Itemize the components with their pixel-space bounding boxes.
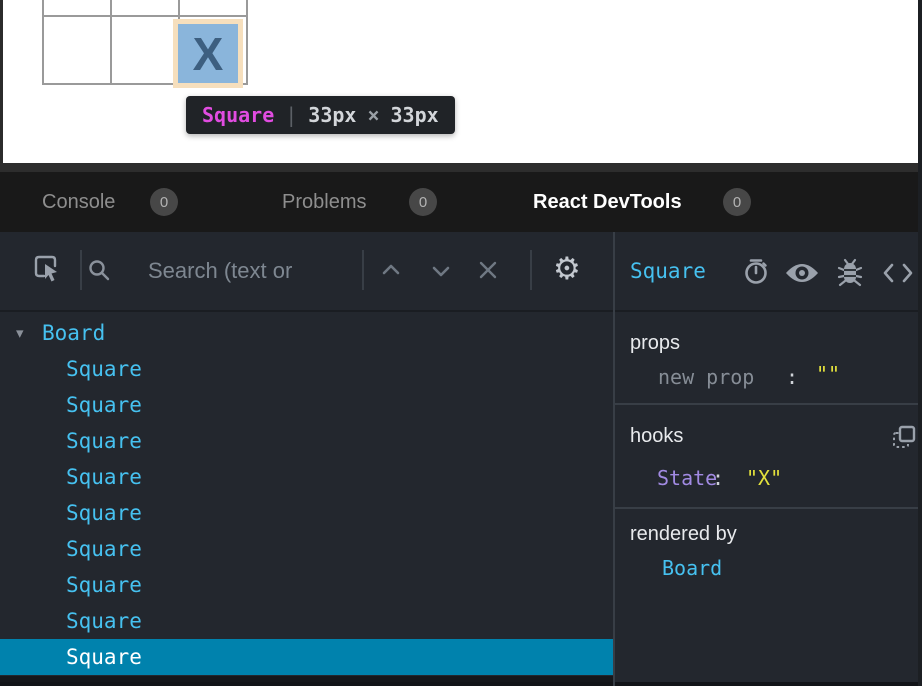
- toolbar-divider: [80, 250, 82, 290]
- rendered-by-section-header: rendered by: [630, 522, 737, 546]
- tooltip-times-sign: ×: [367, 103, 379, 127]
- tree-item-label[interactable]: Square: [66, 567, 142, 603]
- tree-row-board[interactable]: ▾ Board: [0, 315, 613, 351]
- highlighted-square-cell[interactable]: X: [178, 24, 238, 83]
- tree-row-square[interactable]: Square: [0, 495, 613, 531]
- board-cell[interactable]: [111, 0, 179, 16]
- tooltip-component-name: Square: [202, 103, 274, 127]
- tree-item-label[interactable]: Square: [66, 351, 142, 387]
- tree-item-label[interactable]: Square: [66, 423, 142, 459]
- tooltip-separator: |: [285, 103, 297, 127]
- tree-row-square[interactable]: Square: [0, 567, 613, 603]
- tree-row-square[interactable]: Square: [0, 531, 613, 567]
- prop-colon: :: [786, 365, 798, 389]
- component-tree: ▾ Board Square Square Square Square Squa…: [0, 312, 613, 676]
- previous-match-icon[interactable]: [380, 262, 402, 278]
- inspect-highlight-overlay: X: [173, 19, 243, 88]
- inspect-element-icon[interactable]: [33, 254, 61, 284]
- tree-item-label[interactable]: Square: [66, 639, 142, 675]
- tooltip-width-value: 33px: [308, 103, 356, 127]
- tab-react-devtools[interactable]: React DevTools: [533, 172, 682, 232]
- tree-item-label[interactable]: Square: [66, 459, 142, 495]
- bottom-border: [0, 682, 922, 686]
- hook-state-label[interactable]: State: [657, 466, 717, 490]
- devtools-top-border: [0, 163, 922, 172]
- rendered-by-board-link[interactable]: Board: [662, 556, 722, 580]
- tab-problems[interactable]: Problems: [282, 172, 366, 232]
- tree-row-square[interactable]: Square: [0, 459, 613, 495]
- inspect-tooltip: Square | 33px × 33px: [186, 96, 455, 134]
- hook-colon: :: [712, 466, 724, 490]
- window-right-edge: [918, 0, 922, 686]
- inspect-dom-eye-icon[interactable]: [784, 261, 820, 285]
- suspend-stopwatch-icon[interactable]: [741, 257, 771, 287]
- props-section-header: props: [630, 331, 680, 355]
- window-left-edge: [0, 0, 3, 163]
- tree-item-label[interactable]: Square: [66, 603, 142, 639]
- tree-row-square[interactable]: Square: [0, 387, 613, 423]
- view-source-code-icon[interactable]: [881, 261, 915, 285]
- tab-console-badge: 0: [150, 188, 178, 216]
- hooks-section-header: hooks: [630, 424, 683, 448]
- hook-state-value[interactable]: "X": [746, 466, 782, 490]
- board-cell[interactable]: [43, 0, 111, 16]
- debug-bug-icon[interactable]: [836, 256, 864, 288]
- toolbar-divider: [362, 250, 364, 290]
- board-cell[interactable]: [43, 16, 111, 84]
- section-divider: [615, 403, 922, 405]
- tab-console[interactable]: Console: [42, 172, 115, 232]
- search-icon: [87, 258, 111, 282]
- tree-row-square-selected[interactable]: Square: [0, 639, 613, 675]
- tree-row-square[interactable]: Square: [0, 603, 613, 639]
- search-input[interactable]: [146, 252, 355, 290]
- new-prop-value-input[interactable]: "": [816, 362, 840, 386]
- expand-triangle-icon[interactable]: ▾: [16, 315, 24, 351]
- browser-page: X Square | 33px × 33px: [0, 0, 922, 163]
- tree-item-label[interactable]: Square: [66, 495, 142, 531]
- settings-gear-icon[interactable]: ⚙: [553, 250, 581, 288]
- board-cell[interactable]: [179, 0, 247, 16]
- new-prop-input[interactable]: new prop: [658, 365, 754, 389]
- component-inspector: props new prop : "" hooks State : "X" re…: [615, 312, 922, 686]
- next-match-icon[interactable]: [430, 263, 452, 279]
- tab-react-devtools-badge: 0: [723, 188, 751, 216]
- tab-problems-badge: 0: [409, 188, 437, 216]
- toolbar-divider: [530, 250, 532, 290]
- tree-row-square[interactable]: Square: [0, 423, 613, 459]
- section-divider: [615, 507, 922, 509]
- panel-divider[interactable]: [613, 232, 615, 686]
- tree-row-square[interactable]: Square: [0, 351, 613, 387]
- tree-item-label[interactable]: Square: [66, 387, 142, 423]
- clear-search-icon[interactable]: [477, 259, 499, 281]
- tree-item-label[interactable]: Board: [42, 315, 105, 351]
- board-cell[interactable]: [111, 16, 179, 84]
- tree-item-label[interactable]: Square: [66, 531, 142, 567]
- parse-hook-names-icon[interactable]: [891, 424, 917, 450]
- selected-component-title: Square: [630, 259, 706, 283]
- devtools-tabbar: Console 0 Problems 0 React DevTools 0: [0, 172, 922, 232]
- tooltip-height-value: 33px: [391, 103, 439, 127]
